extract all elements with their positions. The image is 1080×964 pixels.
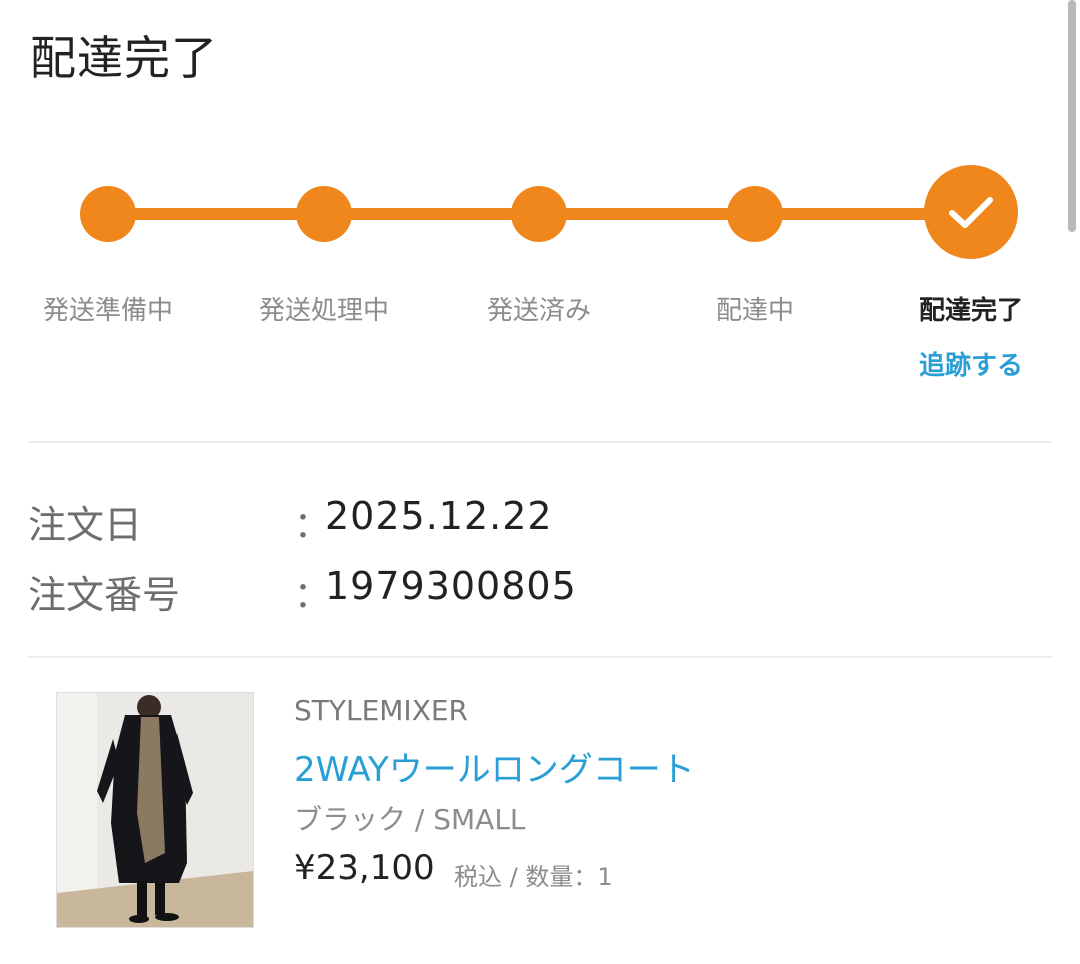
step-dot-4 [727, 186, 783, 242]
scrollbar[interactable] [1062, 0, 1080, 964]
step-label-3: 発送済み [486, 296, 592, 326]
product-name-link[interactable]: 2WAYウールロングコート [294, 742, 695, 791]
step-label-2: 発送処理中 [258, 296, 390, 326]
order-number-label: 注文番号 [28, 573, 181, 617]
step-complete [924, 165, 1018, 259]
step-dot-3 [511, 186, 567, 242]
order-number-value: 1979300805 [325, 564, 577, 608]
step-dot-2 [296, 186, 352, 242]
price-meta: 税込 / 数量：1 [454, 863, 613, 891]
product-photo [57, 693, 253, 927]
shipping-progress [0, 165, 1080, 265]
product-image[interactable] [56, 692, 254, 928]
step-dot-1 [80, 186, 136, 242]
step-label-1: 発送準備中 [42, 296, 174, 326]
track-shipment-link[interactable]: 追跡する [919, 345, 1023, 382]
page-title: 配達完了 [30, 31, 218, 85]
order-date-value: 2025.12.22 [325, 494, 553, 538]
product-price: ¥23,100 [294, 848, 435, 888]
divider [28, 441, 1052, 443]
order-date-label: 注文日 [28, 503, 143, 547]
divider [28, 656, 1052, 658]
product-brand: STYLEMIXER [294, 694, 469, 727]
check-icon [949, 197, 993, 228]
step-label-5: 配達完了 [918, 296, 1024, 326]
step-label-4: 配達中 [715, 296, 795, 326]
product-variant: ブラック / SMALL [294, 803, 526, 836]
